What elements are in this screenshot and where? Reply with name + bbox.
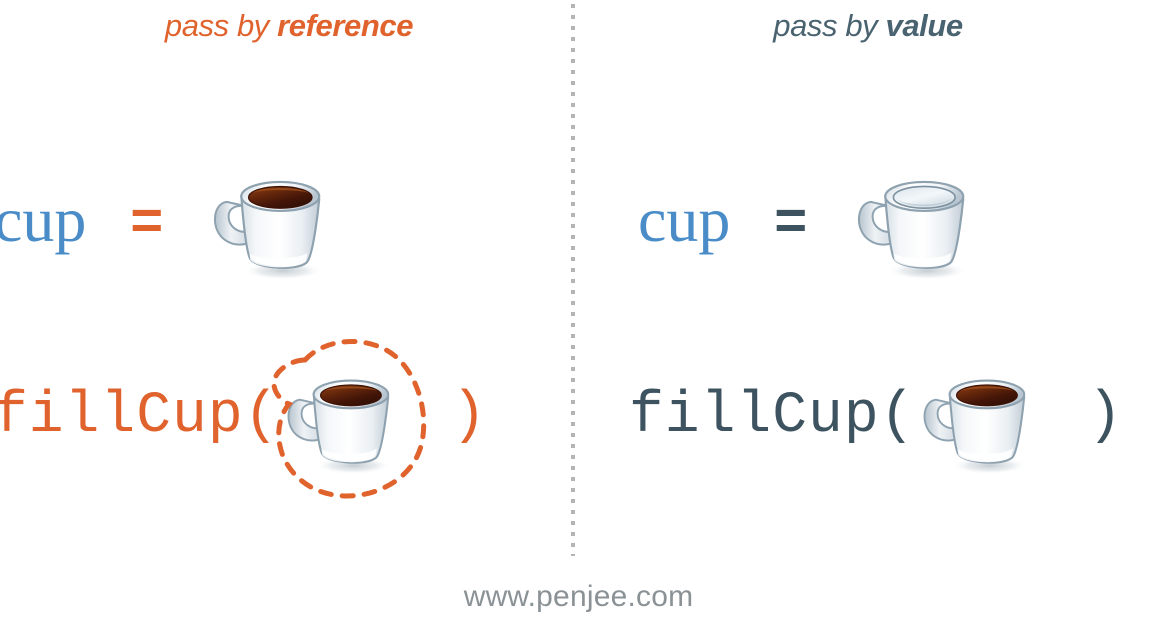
function-call-close: ) — [451, 384, 488, 449]
coffee-cup-empty-icon — [849, 152, 985, 288]
row-function-call-right: fillCup( ) — [629, 352, 1123, 482]
row-assignment-left: cup = — [0, 152, 341, 288]
variable-name-cup: cup — [638, 184, 731, 255]
panel-title-prefix: pass by — [164, 8, 278, 43]
panel-title-prefix: pass by — [773, 8, 886, 43]
panel-pass-by-value: pass by value cup = fillCup( ) — [579, 0, 1157, 565]
variable-name-cup: cup — [0, 184, 87, 255]
panel-title-pass-by-reference: pass by reference — [0, 8, 578, 44]
cup-full-value-call — [915, 352, 1045, 482]
panel-pass-by-reference: pass by reference cup = fillCup() — [0, 0, 578, 565]
cup-full-highlighted-reference — [271, 339, 427, 499]
cup-empty-value-assign — [849, 152, 985, 288]
cup-full-reference-assign — [205, 152, 341, 288]
footer-site-url: www.penjee.com — [463, 580, 694, 613]
panel-title-emphasis: reference — [277, 8, 414, 43]
coffee-cup-full-icon — [279, 352, 409, 482]
function-call-open: fillCup( — [0, 384, 280, 449]
row-assignment-right: cup = — [638, 152, 985, 288]
assignment-operator: = — [774, 188, 808, 251]
row-function-call-left: fillCup( ) — [0, 339, 488, 499]
coffee-cup-full-icon — [915, 352, 1045, 482]
panel-title-pass-by-value: pass by value — [579, 8, 1157, 44]
panel-title-emphasis: value — [885, 8, 963, 43]
function-call-close: ) — [1087, 384, 1124, 449]
coffee-cup-full-icon — [205, 152, 341, 288]
assignment-operator: = — [130, 188, 164, 251]
function-call-open: fillCup( — [629, 384, 916, 449]
diagram-canvas: pass by reference cup = fillCup() pass … — [0, 0, 1157, 625]
